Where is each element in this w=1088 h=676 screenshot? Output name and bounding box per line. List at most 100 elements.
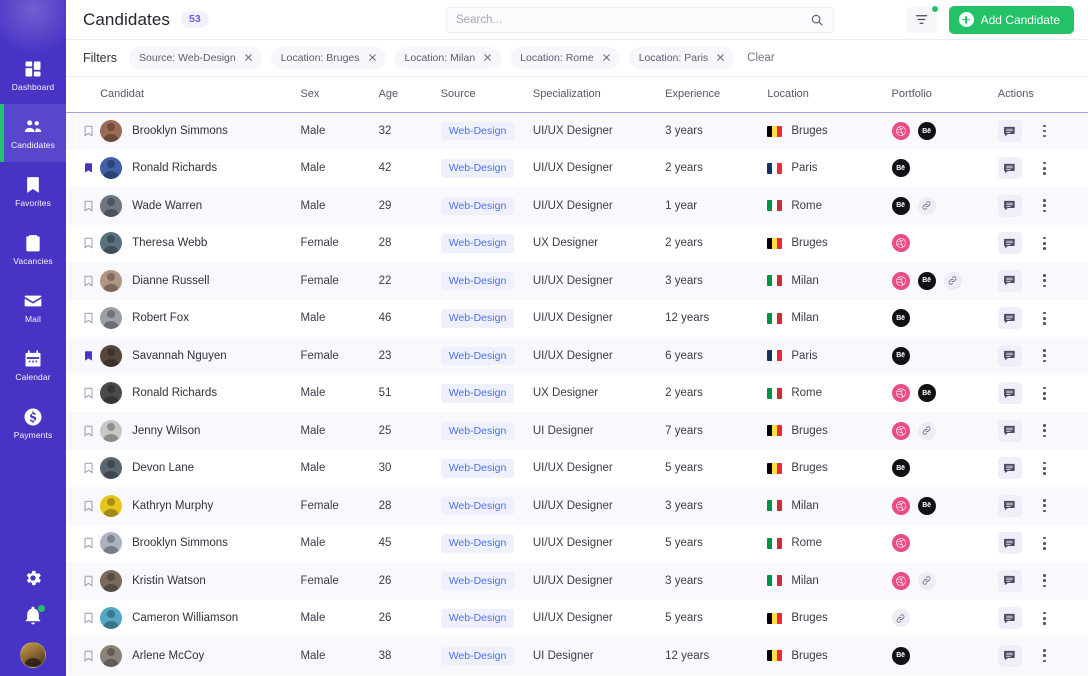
bookmark-icon[interactable] bbox=[82, 235, 95, 251]
filter-chip[interactable]: Location: Bruges bbox=[271, 47, 386, 69]
chat-icon[interactable] bbox=[998, 270, 1022, 292]
table-row[interactable]: Arlene McCoyMale38Web-DesignUI Designer1… bbox=[66, 637, 1088, 675]
chat-icon[interactable] bbox=[998, 382, 1022, 404]
table-row[interactable]: Ronald RichardsMale42Web-DesignUI/UX Des… bbox=[66, 150, 1088, 188]
table-row[interactable]: Robert FoxMale46Web-DesignUI/UX Designer… bbox=[66, 300, 1088, 338]
kebab-menu-icon[interactable] bbox=[1038, 235, 1052, 251]
chat-icon[interactable] bbox=[998, 570, 1022, 592]
bookmark-icon[interactable] bbox=[82, 648, 95, 664]
dribbble-icon[interactable] bbox=[892, 422, 910, 440]
bookmark-icon[interactable] bbox=[82, 423, 95, 439]
kebab-menu-icon[interactable] bbox=[1038, 348, 1052, 364]
chat-icon[interactable] bbox=[998, 495, 1022, 517]
table-row[interactable]: Brooklyn SimmonsMale45Web-DesignUI/UX De… bbox=[66, 525, 1088, 563]
source-tag[interactable]: Web-Design bbox=[441, 459, 515, 478]
chat-icon[interactable] bbox=[998, 157, 1022, 179]
bookmark-icon[interactable] bbox=[82, 273, 95, 289]
dribbble-icon[interactable] bbox=[892, 497, 910, 515]
behance-icon[interactable]: Bē bbox=[918, 497, 936, 515]
table-row[interactable]: Savannah NguyenFemale23Web-DesignUI/UX D… bbox=[66, 337, 1088, 375]
source-tag[interactable]: Web-Design bbox=[441, 384, 515, 403]
chat-icon[interactable] bbox=[998, 307, 1022, 329]
source-tag[interactable]: Web-Design bbox=[441, 122, 515, 141]
chat-icon[interactable] bbox=[998, 420, 1022, 442]
kebab-menu-icon[interactable] bbox=[1038, 273, 1052, 289]
source-tag[interactable]: Web-Design bbox=[441, 234, 515, 253]
behance-icon[interactable]: Bē bbox=[918, 272, 936, 290]
search-box[interactable] bbox=[446, 7, 834, 33]
filter-chip[interactable]: Location: Paris bbox=[629, 47, 734, 69]
source-tag[interactable]: Web-Design bbox=[441, 647, 515, 666]
kebab-menu-icon[interactable] bbox=[1038, 123, 1052, 139]
filter-toggle-button[interactable] bbox=[907, 7, 937, 33]
bookmark-icon[interactable] bbox=[82, 123, 95, 139]
user-avatar[interactable] bbox=[20, 642, 46, 668]
settings-button[interactable] bbox=[21, 566, 45, 590]
dribbble-icon[interactable] bbox=[892, 572, 910, 590]
table-row[interactable]: Kathryn MurphyFemale28Web-DesignUI/UX De… bbox=[66, 487, 1088, 525]
search-input[interactable] bbox=[456, 14, 810, 26]
link-icon[interactable] bbox=[918, 572, 936, 590]
bookmark-icon[interactable] bbox=[82, 460, 95, 476]
bookmark-icon[interactable] bbox=[82, 160, 95, 176]
source-tag[interactable]: Web-Design bbox=[441, 422, 515, 441]
kebab-menu-icon[interactable] bbox=[1038, 535, 1052, 551]
source-tag[interactable]: Web-Design bbox=[441, 347, 515, 366]
kebab-menu-icon[interactable] bbox=[1038, 648, 1052, 664]
kebab-menu-icon[interactable] bbox=[1038, 460, 1052, 476]
search-icon[interactable] bbox=[810, 13, 824, 27]
sidebar-item-payments[interactable]: Payments bbox=[0, 394, 66, 452]
link-icon[interactable] bbox=[944, 272, 962, 290]
link-icon[interactable] bbox=[892, 609, 910, 627]
behance-icon[interactable]: Bē bbox=[892, 309, 910, 327]
kebab-menu-icon[interactable] bbox=[1038, 385, 1052, 401]
sidebar-item-mail[interactable]: Mail bbox=[0, 278, 66, 336]
dribbble-icon[interactable] bbox=[892, 534, 910, 552]
kebab-menu-icon[interactable] bbox=[1038, 610, 1052, 626]
behance-icon[interactable]: Bē bbox=[918, 384, 936, 402]
bookmark-icon[interactable] bbox=[82, 573, 95, 589]
kebab-menu-icon[interactable] bbox=[1038, 310, 1052, 326]
sidebar-item-calendar[interactable]: Calendar bbox=[0, 336, 66, 394]
close-icon[interactable] bbox=[483, 54, 491, 62]
behance-icon[interactable]: Bē bbox=[892, 647, 910, 665]
bookmark-icon[interactable] bbox=[82, 348, 95, 364]
table-row[interactable]: Kristin WatsonFemale26Web-DesignUI/UX De… bbox=[66, 562, 1088, 600]
behance-icon[interactable]: Bē bbox=[918, 122, 936, 140]
source-tag[interactable]: Web-Design bbox=[441, 272, 515, 291]
dribbble-icon[interactable] bbox=[892, 272, 910, 290]
chat-icon[interactable] bbox=[998, 457, 1022, 479]
sidebar-item-dashboard[interactable]: Dashboard bbox=[0, 46, 66, 104]
behance-icon[interactable]: Bē bbox=[892, 197, 910, 215]
kebab-menu-icon[interactable] bbox=[1038, 160, 1052, 176]
bookmark-icon[interactable] bbox=[82, 310, 95, 326]
chat-icon[interactable] bbox=[998, 532, 1022, 554]
table-row[interactable]: Dianne RussellFemale22Web-DesignUI/UX De… bbox=[66, 262, 1088, 300]
source-tag[interactable]: Web-Design bbox=[441, 497, 515, 516]
sidebar-item-candidates[interactable]: Candidates bbox=[0, 104, 66, 162]
source-tag[interactable]: Web-Design bbox=[441, 572, 515, 591]
clear-filters-link[interactable]: Clear bbox=[747, 52, 774, 64]
chat-icon[interactable] bbox=[998, 607, 1022, 629]
sidebar-item-favorites[interactable]: Favorites bbox=[0, 162, 66, 220]
sidebar-item-vacancies[interactable]: Vacancies bbox=[0, 220, 66, 278]
table-row[interactable]: Theresa WebbFemale28Web-DesignUX Designe… bbox=[66, 225, 1088, 263]
filter-chip[interactable]: Location: Rome bbox=[510, 47, 620, 69]
bookmark-icon[interactable] bbox=[82, 198, 95, 214]
dribbble-icon[interactable] bbox=[892, 234, 910, 252]
bookmark-icon[interactable] bbox=[82, 385, 95, 401]
source-tag[interactable]: Web-Design bbox=[441, 197, 515, 216]
add-candidate-button[interactable]: Add Candidate bbox=[949, 6, 1074, 34]
table-row[interactable]: Wade WarrenMale29Web-DesignUI/UX Designe… bbox=[66, 187, 1088, 225]
filter-chip[interactable]: Location: Milan bbox=[395, 47, 502, 69]
table-row[interactable]: Brooklyn SimmonsMale32Web-DesignUI/UX De… bbox=[66, 112, 1088, 150]
source-tag[interactable]: Web-Design bbox=[441, 159, 515, 178]
dribbble-icon[interactable] bbox=[892, 384, 910, 402]
bookmark-icon[interactable] bbox=[82, 535, 95, 551]
chat-icon[interactable] bbox=[998, 120, 1022, 142]
source-tag[interactable]: Web-Design bbox=[441, 309, 515, 328]
chat-icon[interactable] bbox=[998, 195, 1022, 217]
chat-icon[interactable] bbox=[998, 345, 1022, 367]
filter-chip[interactable]: Source: Web-Design bbox=[129, 47, 262, 69]
chat-icon[interactable] bbox=[998, 232, 1022, 254]
